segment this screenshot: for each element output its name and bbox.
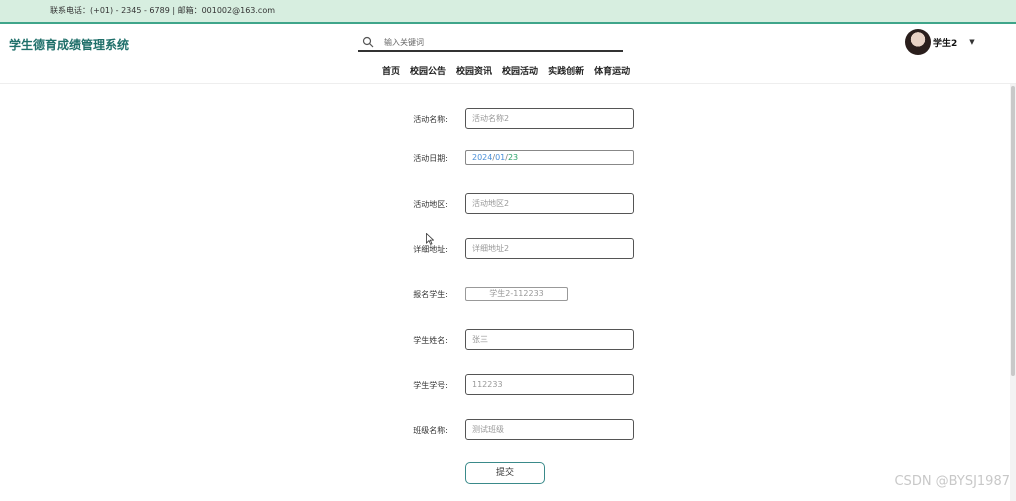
main-nav: 首页 校园公告 校园资讯 校园活动 实践创新 体育运动 xyxy=(382,64,640,77)
user-menu[interactable]: 学生2 ▼ xyxy=(905,28,975,56)
chevron-down-icon[interactable]: ▼ xyxy=(969,38,974,46)
activity-signup-form: 活动名称: 活动日期: 2024/01/23 活动地区: 详细地址: 报名学生:… xyxy=(0,84,1016,501)
nav-item-news[interactable]: 校园资讯 xyxy=(456,64,492,77)
student-id-label: 学生学号: xyxy=(413,381,448,390)
site-title: 学生德育成绩管理系统 xyxy=(9,38,130,52)
avatar[interactable] xyxy=(905,29,931,55)
site-header: 学生德育成绩管理系统 学生2 ▼ 首页 校园公告 校园资讯 校园活动 实践创新 … xyxy=(0,26,1016,84)
activity-name-input[interactable] xyxy=(465,108,634,129)
nav-item-home[interactable]: 首页 xyxy=(382,64,400,77)
nav-item-sports[interactable]: 体育运动 xyxy=(594,64,630,77)
activity-name-label: 活动名称: xyxy=(413,115,448,124)
address-input[interactable] xyxy=(465,238,634,259)
page-scrollbar[interactable] xyxy=(1010,84,1016,501)
student-name-input[interactable] xyxy=(465,329,634,350)
date-year: 2024 xyxy=(472,153,493,162)
activity-area-label: 活动地区: xyxy=(413,200,448,209)
top-contact-bar: 联系电话：(+01) - 2345 - 6789 | 邮箱：001002@163… xyxy=(0,0,1016,24)
student-name-label: 学生姓名: xyxy=(413,336,448,345)
nav-item-activities[interactable]: 校园活动 xyxy=(502,64,538,77)
address-label: 详细地址: xyxy=(413,245,448,254)
watermark: CSDN @BYSJ1987 xyxy=(894,474,1010,489)
class-name-input[interactable] xyxy=(465,419,634,440)
contact-info: 联系电话：(+01) - 2345 - 6789 | 邮箱：001002@163… xyxy=(50,6,276,15)
activity-date-label: 活动日期: xyxy=(413,154,448,163)
date-day: 23 xyxy=(507,153,519,162)
class-name-label: 班级名称: xyxy=(413,426,448,435)
student-select-label: 报名学生: xyxy=(413,290,448,299)
scrollbar-thumb[interactable] xyxy=(1011,86,1015,376)
user-name[interactable]: 学生2 xyxy=(933,36,957,49)
nav-item-innovation[interactable]: 实践创新 xyxy=(548,64,584,77)
activity-area-input[interactable] xyxy=(465,193,634,214)
student-id-input[interactable] xyxy=(465,374,634,395)
nav-item-notice[interactable]: 校园公告 xyxy=(410,64,446,77)
student-select[interactable]: 学生2-112233 xyxy=(465,287,568,301)
search-icon[interactable] xyxy=(362,36,374,48)
search-bar[interactable] xyxy=(358,34,623,52)
submit-button[interactable]: 提交 xyxy=(465,462,545,484)
activity-date-input[interactable]: 2024/01/23 xyxy=(465,150,634,165)
search-input[interactable] xyxy=(384,35,614,49)
date-month: 01 xyxy=(495,153,506,162)
mouse-cursor-icon xyxy=(426,233,434,245)
